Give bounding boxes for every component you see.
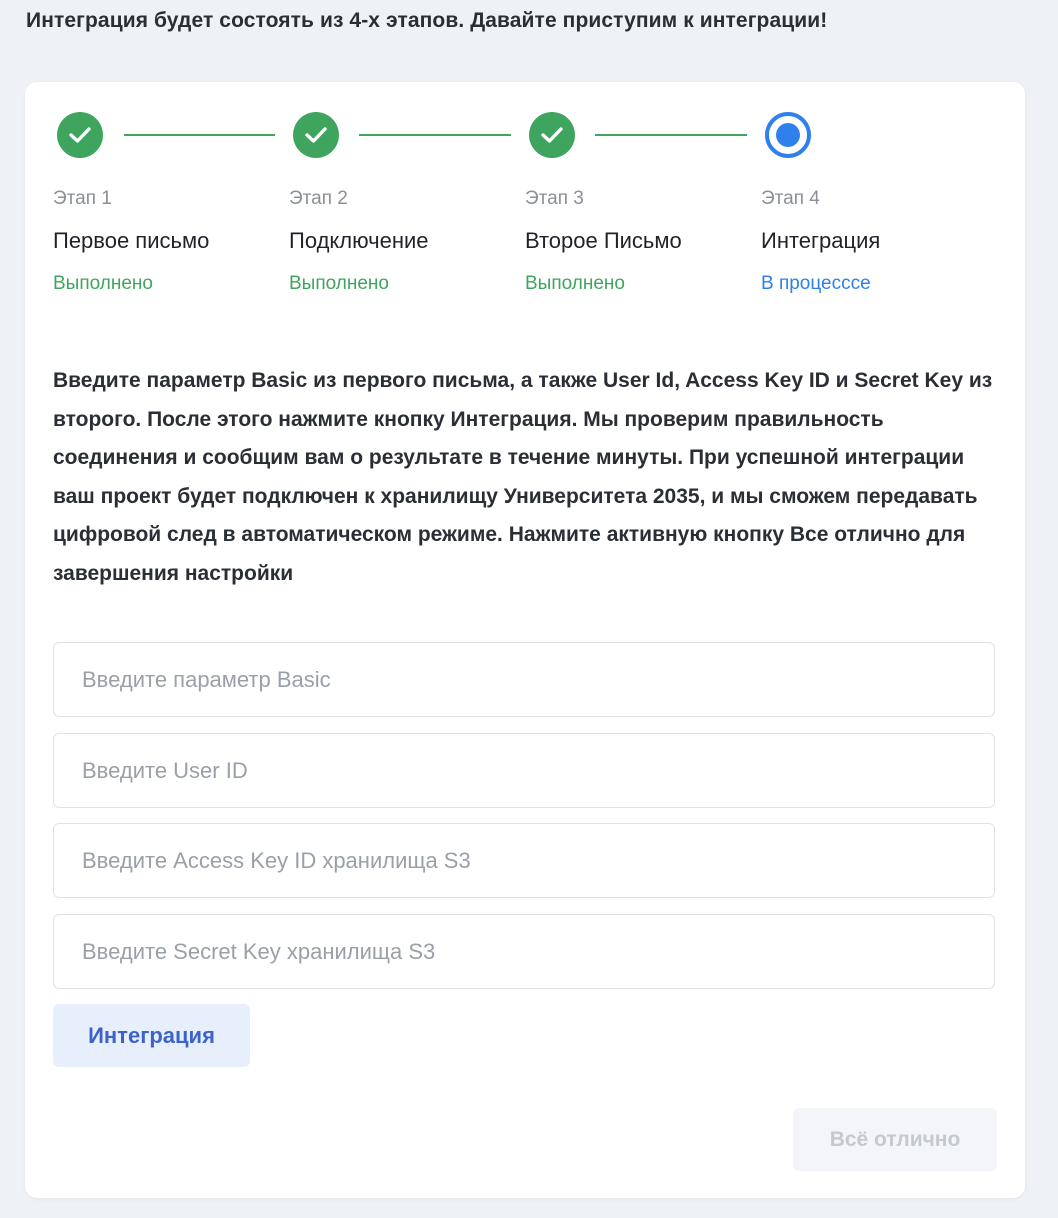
user-id-input[interactable] — [53, 733, 995, 808]
step-4-name: Интеграция — [761, 228, 881, 253]
step-2-label: Этап 2 — [289, 188, 348, 209]
access-key-id-input[interactable] — [53, 823, 995, 898]
step-1-label: Этап 1 — [53, 188, 112, 209]
step-2-name: Подключение — [289, 228, 429, 253]
step-4-radio-active-icon — [765, 112, 811, 158]
all-good-button[interactable]: Всё отлично — [793, 1108, 997, 1171]
step-3-status: Выполнено — [525, 273, 625, 294]
integration-card: Этап 1 Этап 2 Этап 3 Этап 4 Первое письм… — [25, 82, 1025, 1198]
step-3-check-icon — [529, 112, 575, 158]
step-4-status: В процесссе — [761, 273, 871, 294]
intro-text: Интеграция будет состоять из 4-х этапов.… — [26, 9, 828, 32]
step-2-status: Выполнено — [289, 273, 389, 294]
step-3-name: Второе Письмо — [525, 228, 682, 253]
step-1-status: Выполнено — [53, 273, 153, 294]
step-1-check-icon — [57, 112, 103, 158]
basic-param-input[interactable] — [53, 642, 995, 717]
instructions-text: Введите параметр Basic из первого письма… — [53, 369, 993, 585]
step-1-name: Первое письмо — [53, 228, 210, 253]
secret-key-input[interactable] — [53, 914, 995, 989]
step-connector-3 — [595, 134, 747, 136]
step-connector-1 — [124, 134, 275, 136]
step-connector-2 — [359, 134, 511, 136]
step-3-label: Этап 3 — [525, 188, 584, 209]
integrate-button[interactable]: Интеграция — [53, 1004, 250, 1067]
step-4-label: Этап 4 — [761, 188, 820, 209]
step-2-check-icon — [293, 112, 339, 158]
